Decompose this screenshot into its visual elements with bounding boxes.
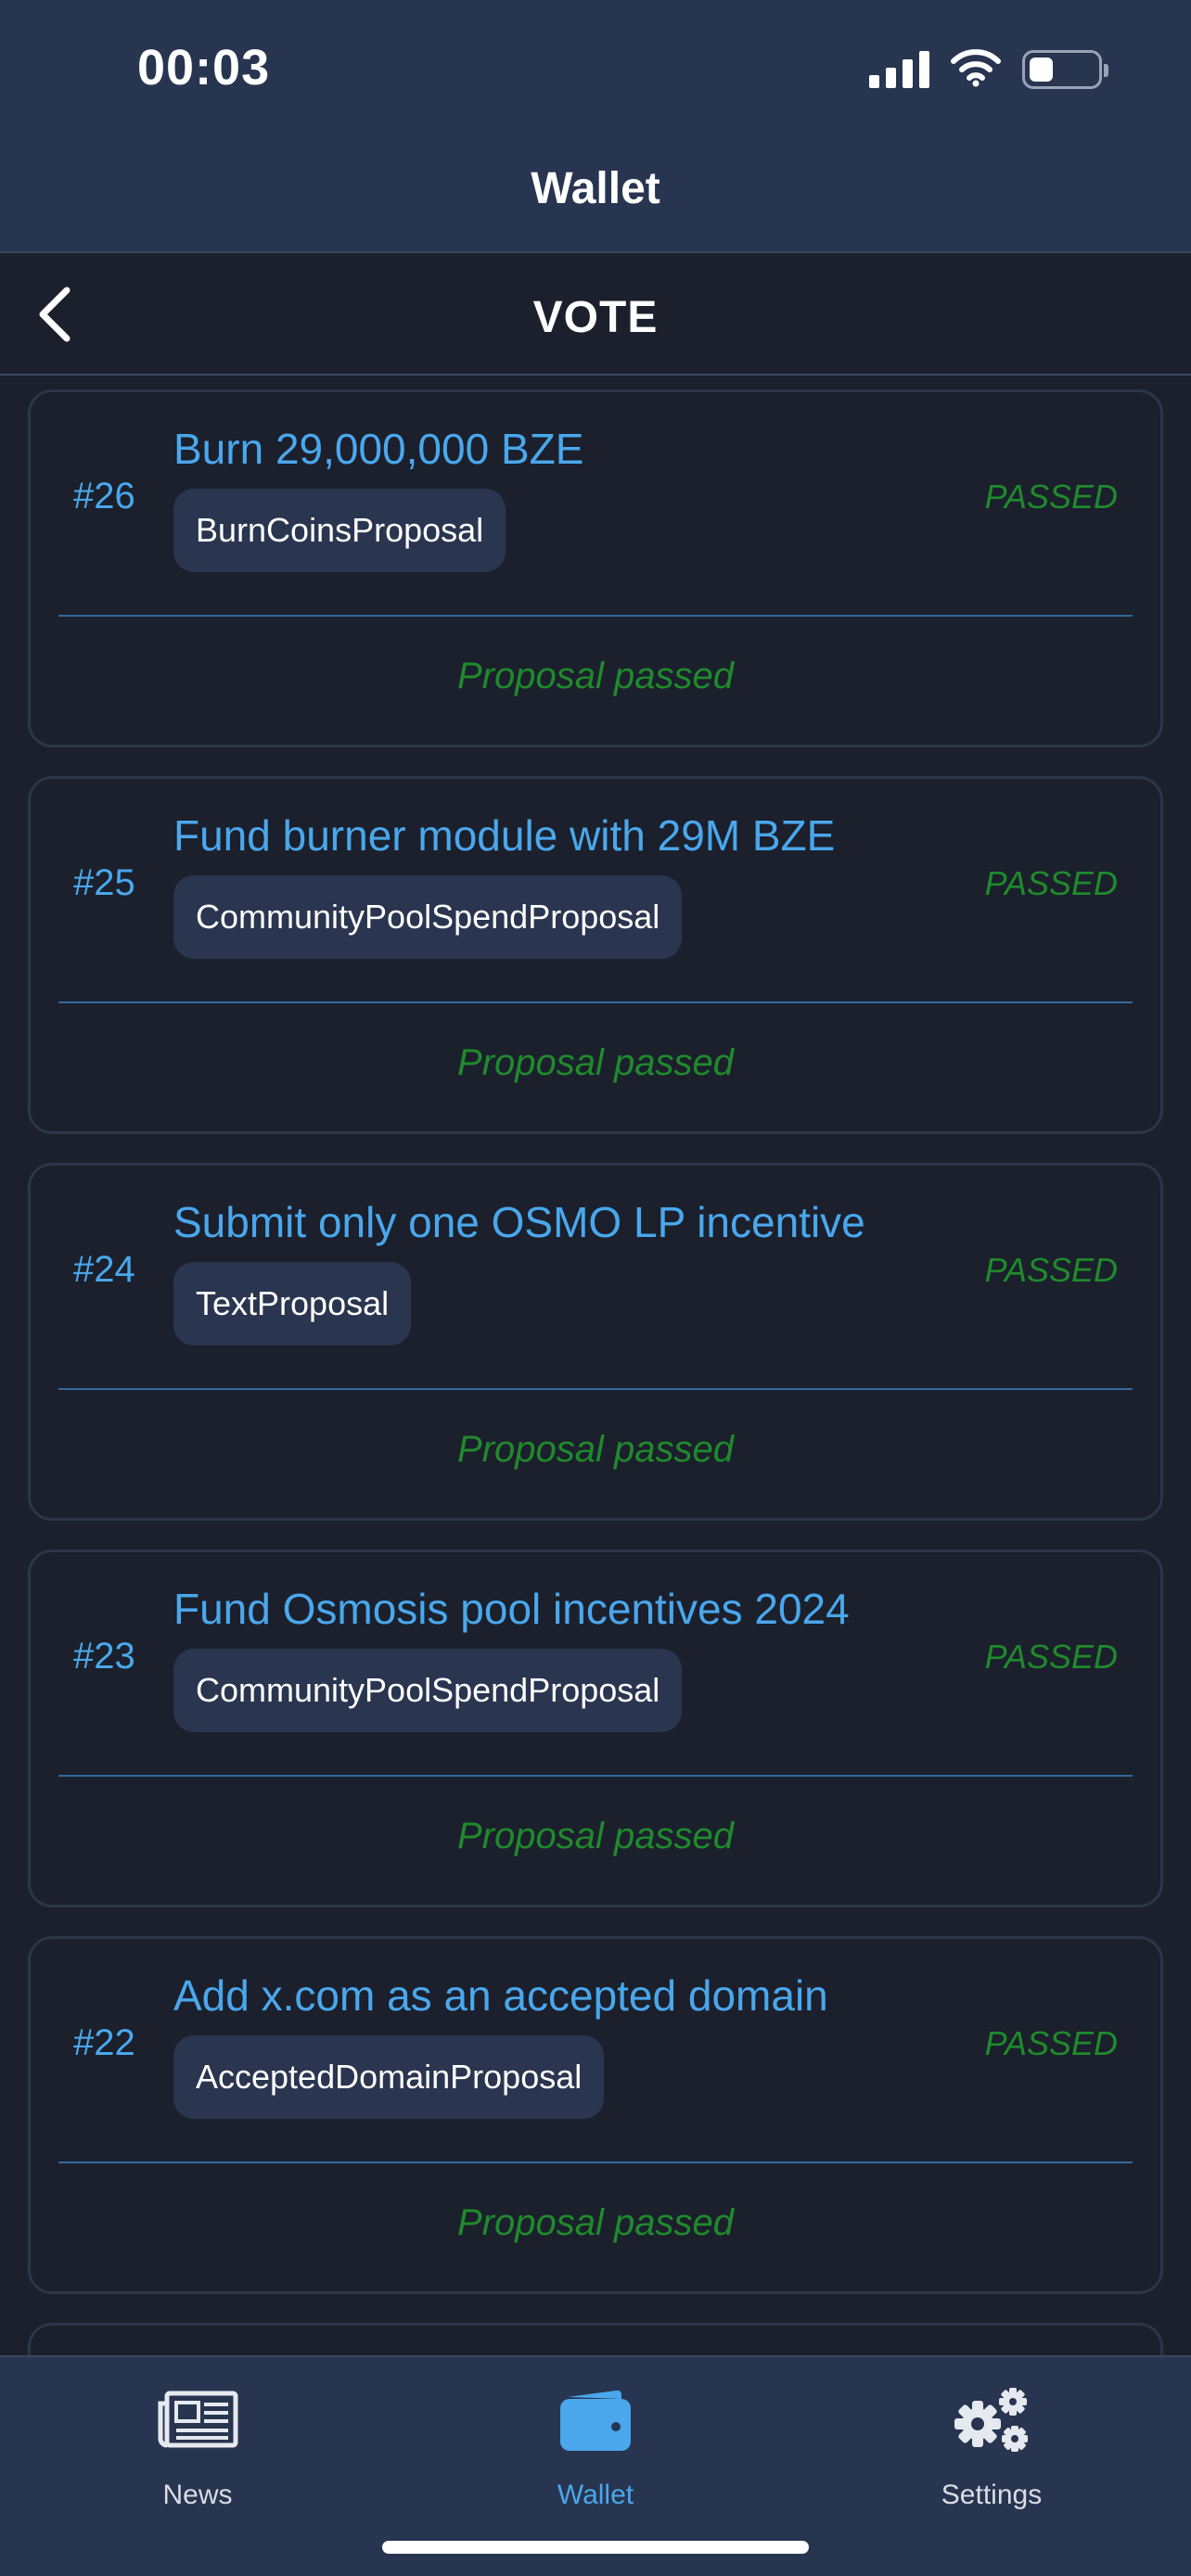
tab-label: Wallet — [557, 2480, 634, 2510]
proposal-status: PASSED — [984, 1251, 1118, 1289]
tab-label: Settings — [941, 2480, 1043, 2510]
newspaper-icon — [151, 2374, 244, 2467]
proposal-type-badge: TextProposal — [173, 1262, 412, 1345]
proposal-type-badge: CommunityPoolSpendProposal — [173, 875, 683, 959]
proposal-type-badge: BurnCoinsProposal — [173, 489, 506, 572]
proposal-result: Proposal passed — [457, 1429, 734, 1470]
proposal-header: #24 Submit only one OSMO LP incentive Te… — [31, 1166, 1160, 1388]
proposal-id: #24 — [73, 1249, 135, 1290]
tab-bar: News Wallet Settings — [0, 2355, 1191, 2576]
proposal-status: PASSED — [984, 478, 1118, 516]
home-indicator[interactable] — [382, 2541, 809, 2554]
proposal-id: #25 — [73, 862, 135, 903]
proposal-title: Fund Osmosis pool incentives 2024 — [173, 1585, 850, 1633]
tab-news[interactable]: News — [58, 2374, 337, 2522]
proposal-status: PASSED — [984, 864, 1118, 902]
proposal-card[interactable]: #25 Fund burner module with 29M BZE Comm… — [28, 776, 1163, 1134]
proposal-id: #23 — [73, 1636, 135, 1677]
proposal-type-badge: AcceptedDomainProposal — [173, 2035, 605, 2119]
card-divider — [58, 615, 1133, 617]
proposal-card[interactable]: #24 Submit only one OSMO LP incentive Te… — [28, 1163, 1163, 1521]
card-divider — [58, 1388, 1133, 1390]
proposal-type-badge: CommunityPoolSpendProposal — [173, 1649, 683, 1732]
card-divider — [58, 1775, 1133, 1777]
proposal-header: #22 Add x.com as an accepted domain Acce… — [31, 1939, 1160, 2162]
battery-level — [1030, 57, 1053, 82]
proposal-list[interactable]: #26 Burn 29,000,000 BZE BurnCoinsProposa… — [28, 389, 1163, 2355]
card-divider — [58, 1001, 1133, 1003]
proposal-status: PASSED — [984, 2024, 1118, 2062]
status-icons — [869, 46, 1108, 93]
proposal-card[interactable]: #22 Add x.com as an accepted domain Acce… — [28, 1936, 1163, 2294]
wallet-icon — [549, 2374, 642, 2467]
proposal-title: Submit only one OSMO LP incentive — [173, 1198, 865, 1246]
proposal-header: #26 Burn 29,000,000 BZE BurnCoinsProposa… — [31, 392, 1160, 615]
proposal-result: Proposal passed — [457, 656, 734, 696]
proposal-result: Proposal passed — [457, 1042, 734, 1083]
app-header: 00:03 Wallet — [0, 0, 1191, 253]
proposal-id: #22 — [73, 2022, 135, 2063]
tab-wallet[interactable]: Wallet — [456, 2374, 735, 2522]
proposal-header: #23 Fund Osmosis pool incentives 2024 Co… — [31, 1552, 1160, 1775]
proposal-id: #26 — [73, 476, 135, 516]
page-title: VOTE — [532, 293, 659, 342]
proposal-result: Proposal passed — [457, 1816, 734, 1856]
signal-icon — [869, 51, 929, 88]
gears-icon — [945, 2374, 1038, 2467]
app-title: Wallet — [531, 164, 660, 213]
proposal-header: #25 Fund burner module with 29M BZE Comm… — [31, 779, 1160, 1001]
battery-icon — [1022, 50, 1108, 89]
status-time: 00:03 — [137, 40, 271, 96]
proposal-result: Proposal passed — [457, 2202, 734, 2243]
screen: 00:03 Wallet VOTE #26 Burn 29,000,000 BZ… — [0, 0, 1191, 2576]
proposal-card[interactable]: #23 Fund Osmosis pool incentives 2024 Co… — [28, 1549, 1163, 1907]
proposal-card-partial[interactable] — [28, 2323, 1163, 2355]
proposal-status: PASSED — [984, 1638, 1118, 1676]
proposal-card[interactable]: #26 Burn 29,000,000 BZE BurnCoinsProposa… — [28, 389, 1163, 747]
tab-settings[interactable]: Settings — [852, 2374, 1131, 2522]
wifi-icon — [950, 48, 1002, 92]
card-divider — [58, 2162, 1133, 2163]
tab-label: News — [162, 2480, 233, 2510]
proposal-title: Fund burner module with 29M BZE — [173, 811, 836, 860]
sub-nav: VOTE — [0, 255, 1191, 376]
proposal-title: Burn 29,000,000 BZE — [173, 425, 584, 473]
proposal-title: Add x.com as an accepted domain — [173, 1971, 828, 2020]
